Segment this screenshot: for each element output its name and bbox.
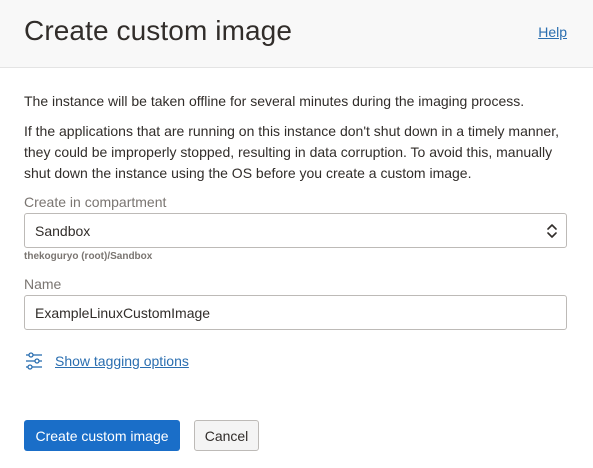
compartment-select[interactable]: Sandbox [24,213,567,248]
dialog-title: Create custom image [24,15,293,46]
up-down-chevron-icon [547,224,557,238]
name-input[interactable] [24,295,567,330]
show-tagging-options[interactable]: Show tagging options [24,350,189,372]
sliders-icon [26,352,42,370]
compartment-select-value: Sandbox [35,223,91,239]
compartment-label: Create in compartment [24,194,167,210]
help-link[interactable]: Help [538,24,567,40]
warning-text: If the applications that are running on … [24,123,559,181]
intro-text: The instance will be taken offline for s… [24,93,525,109]
name-label: Name [24,276,62,292]
cancel-button[interactable]: Cancel [194,420,259,451]
tagging-link[interactable]: Show tagging options [55,353,189,369]
dialog-header: Create custom image Help [0,0,593,68]
create-custom-image-button[interactable]: Create custom image [24,420,180,451]
compartment-path: thekoguryo (root)/Sandbox [24,251,153,262]
